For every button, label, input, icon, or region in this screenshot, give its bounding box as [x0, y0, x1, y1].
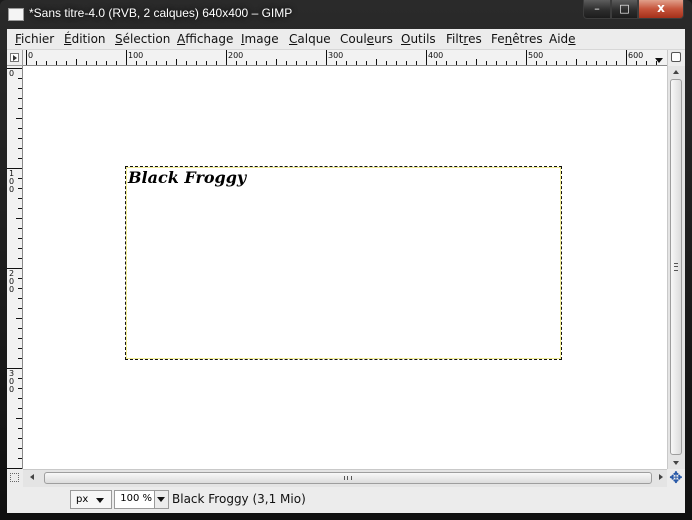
ruler-label: 0 — [9, 69, 14, 78]
grip-icon — [674, 263, 678, 271]
close-button[interactable]: x — [638, 0, 684, 19]
ruler-label: 200 — [228, 51, 243, 60]
zoom-image-button[interactable] — [667, 50, 685, 66]
scroll-right-icon[interactable] — [659, 474, 663, 480]
status-bar: px 100 % Black Froggy (3,1 Mio) — [7, 487, 685, 513]
menu-image[interactable]: Image — [241, 32, 279, 46]
horizontal-ruler[interactable]: 0 100 200 300 400 500 600 — [23, 50, 667, 66]
horizontal-ruler-ticks: 0 100 200 300 400 500 600 — [26, 50, 657, 65]
image-canvas[interactable]: Black Froggy — [23, 66, 667, 469]
menu-edition[interactable]: Édition — [64, 32, 106, 46]
menu-fenetres[interactable]: Fenêtres — [491, 32, 543, 46]
zoom-value[interactable]: 100 % — [120, 493, 152, 504]
menu-arrow-icon — [10, 53, 19, 62]
menu-aide[interactable]: Aide — [549, 32, 576, 46]
scroll-up-icon[interactable] — [673, 70, 679, 74]
ruler-arrow-icon — [655, 58, 663, 63]
ruler-label: 100 — [128, 51, 143, 60]
app-icon — [8, 8, 24, 21]
menu-arrow-button[interactable] — [7, 50, 23, 66]
title-bar[interactable]: *Sans titre-4.0 (RVB, 2 calques) 640x400… — [0, 0, 692, 28]
zoom-fit-icon — [671, 52, 681, 62]
gimp-window: *Sans titre-4.0 (RVB, 2 calques) 640x400… — [0, 0, 692, 520]
scroll-left-icon[interactable] — [30, 474, 34, 480]
grip-icon — [344, 476, 352, 480]
unit-select[interactable]: px — [70, 490, 112, 509]
zoom-dropdown-button[interactable] — [154, 491, 168, 508]
minimize-button[interactable]: – — [583, 0, 611, 19]
menu-outils[interactable]: Outils — [401, 32, 436, 46]
menu-fichier[interactable]: Fichier — [15, 32, 54, 46]
chevron-down-icon — [157, 497, 165, 502]
text-layer-boundary[interactable]: Black Froggy — [125, 166, 562, 360]
ruler-label: 400 — [428, 51, 443, 60]
ruler-label: 0 — [9, 285, 14, 294]
menu-bar: Fichier Édition Sélection Affichage Imag… — [7, 29, 685, 50]
quick-mask-button[interactable] — [7, 469, 23, 487]
vertical-ruler-ticks: 0100200300 — [7, 68, 22, 469]
chevron-down-icon — [96, 498, 104, 503]
scroll-down-icon[interactable] — [673, 461, 679, 465]
menu-couleurs[interactable]: Couleurs — [340, 32, 393, 46]
menu-filtres[interactable]: Filtres — [446, 32, 482, 46]
menu-affichage[interactable]: Affichage — [177, 32, 233, 46]
zoom-combo[interactable]: 100 % — [114, 490, 169, 509]
ruler-label: 0 — [9, 185, 14, 194]
unit-value: px — [76, 494, 89, 505]
ruler-label: 600 — [628, 51, 643, 60]
quick-mask-icon — [10, 473, 19, 482]
text-layer-content[interactable]: Black Froggy — [128, 168, 246, 187]
ruler-label: 0 — [28, 51, 33, 60]
vertical-scrollbar[interactable] — [667, 66, 685, 469]
navigate-icon[interactable]: ✥ — [667, 469, 685, 487]
ruler-label: 0 — [9, 385, 14, 394]
menu-calque[interactable]: Calque — [289, 32, 331, 46]
ruler-label: 500 — [528, 51, 543, 60]
status-message: Black Froggy (3,1 Mio) — [172, 492, 306, 506]
ruler-label: 300 — [328, 51, 343, 60]
horizontal-scroll-thumb[interactable] — [44, 472, 652, 484]
horizontal-scrollbar[interactable] — [23, 469, 667, 487]
window-title: *Sans titre-4.0 (RVB, 2 calques) 640x400… — [29, 6, 293, 20]
vertical-scroll-thumb[interactable] — [670, 79, 682, 455]
vertical-ruler[interactable]: 0100200300 — [7, 66, 23, 469]
menu-selection[interactable]: Sélection — [115, 32, 170, 46]
maximize-button[interactable]: □ — [611, 0, 638, 19]
image-window-client: Fichier Édition Sélection Affichage Imag… — [7, 29, 685, 513]
